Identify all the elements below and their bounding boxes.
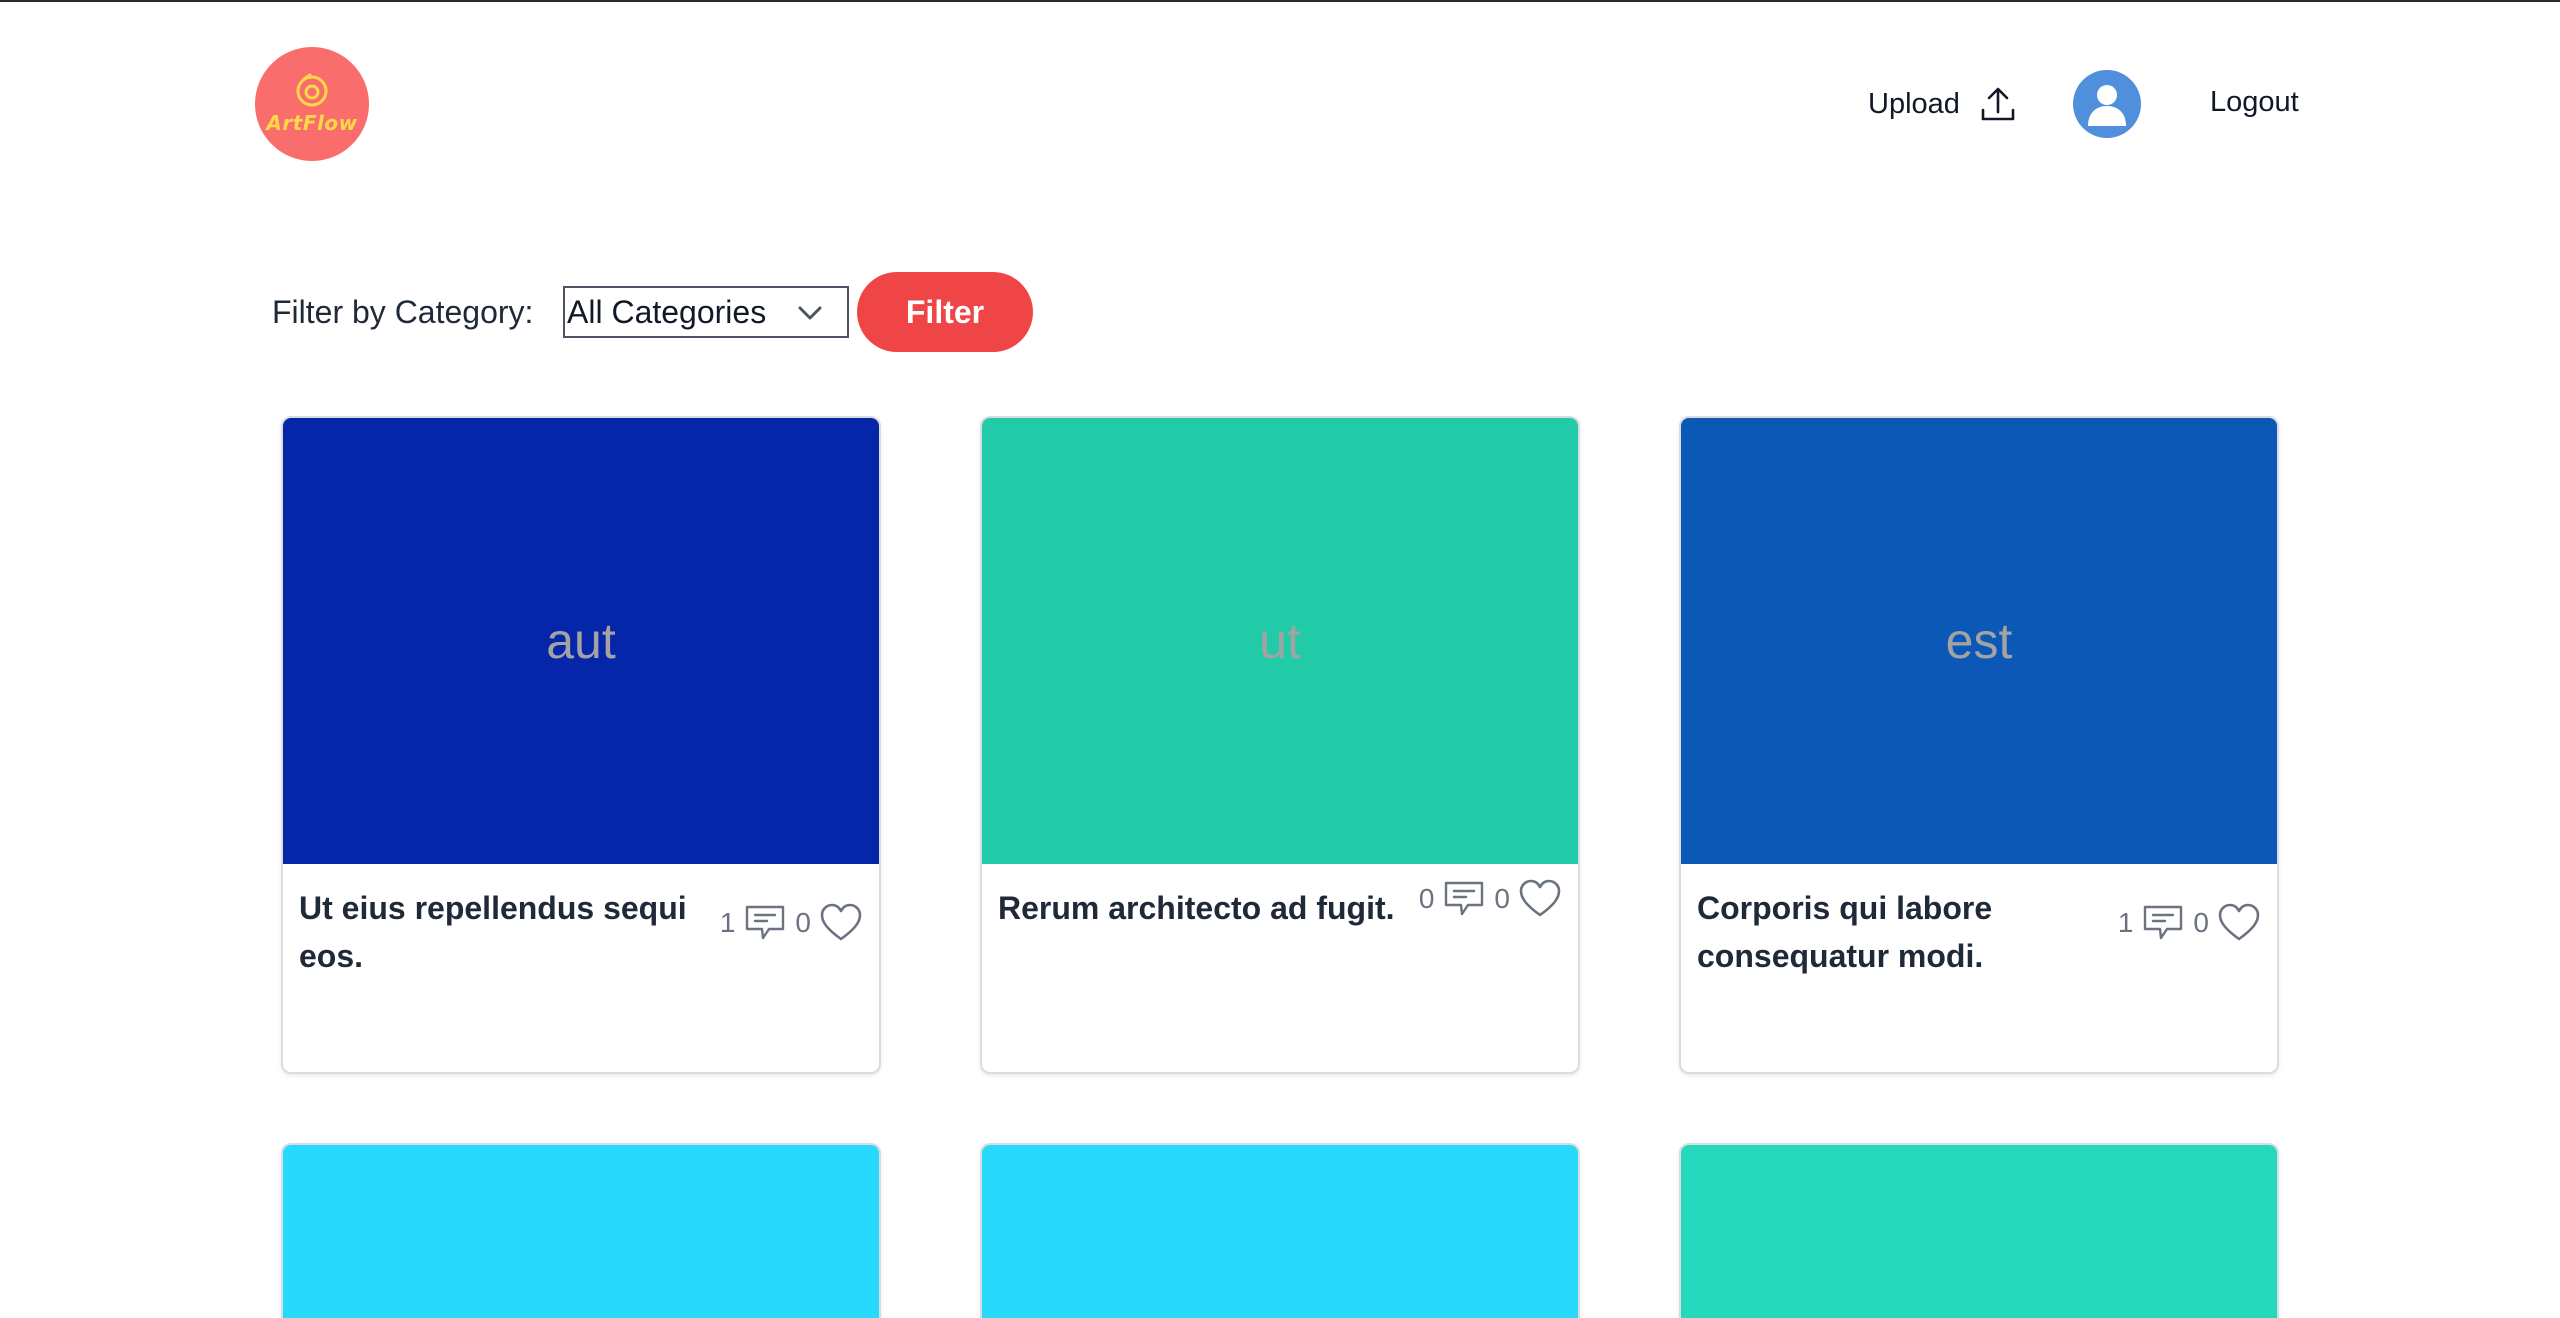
artwork-card[interactable] — [281, 1143, 881, 1318]
card-stats: 0 0 — [1419, 878, 1562, 920]
user-avatar[interactable] — [2073, 70, 2141, 138]
user-avatar-icon — [2088, 85, 2126, 126]
palette-icon — [296, 73, 328, 107]
artwork-thumbnail[interactable]: aut — [283, 418, 879, 864]
thumbnail-text: aut — [546, 613, 616, 669]
artwork-card[interactable] — [1679, 1143, 2279, 1318]
artwork-thumbnail[interactable] — [982, 1145, 1578, 1318]
artwork-title[interactable]: Ut eius repellendus sequi eos. — [299, 884, 699, 980]
heart-icon[interactable] — [2217, 902, 2261, 944]
category-select[interactable]: All Categories — [563, 286, 849, 338]
artwork-thumbnail[interactable] — [283, 1145, 879, 1318]
filter-button[interactable]: Filter — [857, 272, 1033, 352]
artwork-card[interactable] — [980, 1143, 1580, 1318]
artwork-card[interactable]: aut Ut eius repellendus sequi eos. 1 0 — [281, 416, 881, 1074]
heart-icon[interactable] — [819, 902, 863, 944]
comment-count: 1 — [2117, 907, 2134, 938]
upload-label: Upload — [1868, 87, 1960, 120]
upload-icon — [1981, 87, 2015, 121]
like-count: 0 — [795, 907, 811, 938]
heart-icon[interactable] — [1518, 878, 1562, 920]
comment-count: 0 — [1418, 883, 1435, 914]
card-stats: 1 0 — [2118, 902, 2261, 944]
card-stats: 1 0 — [720, 902, 863, 944]
chevron-down-icon — [798, 306, 822, 320]
like-count: 0 — [2193, 907, 2209, 938]
upload-link[interactable]: Upload — [1868, 82, 2018, 126]
artflow-logo[interactable]: ArtFlow — [255, 47, 369, 161]
thumbnail-text: est — [1945, 613, 2013, 669]
comment-icon[interactable] — [2141, 902, 2185, 944]
artwork-title[interactable]: Rerum architecto ad fugit. — [998, 884, 1418, 932]
window-top-border — [0, 0, 2560, 2]
logo-text: ArtFlow — [266, 111, 358, 135]
thumbnail-text: ut — [1259, 613, 1301, 669]
artwork-card[interactable]: est Corporis qui labore consequatur modi… — [1679, 416, 2279, 1074]
filter-label: Filter by Category: — [272, 294, 534, 330]
logout-link[interactable]: Logout — [2210, 86, 2299, 119]
artwork-title[interactable]: Corporis qui labore consequatur modi. — [1697, 884, 2097, 980]
artwork-thumbnail[interactable] — [1681, 1145, 2277, 1318]
comment-count: 1 — [719, 907, 736, 938]
comment-icon[interactable] — [1442, 878, 1486, 920]
artwork-thumbnail[interactable]: ut — [982, 418, 1578, 864]
comment-icon[interactable] — [743, 902, 787, 944]
category-select-value: All Categories — [567, 293, 767, 330]
artwork-card[interactable]: ut Rerum architecto ad fugit. 0 0 — [980, 416, 1580, 1074]
artwork-thumbnail[interactable]: est — [1681, 418, 2277, 864]
like-count: 0 — [1494, 883, 1510, 914]
